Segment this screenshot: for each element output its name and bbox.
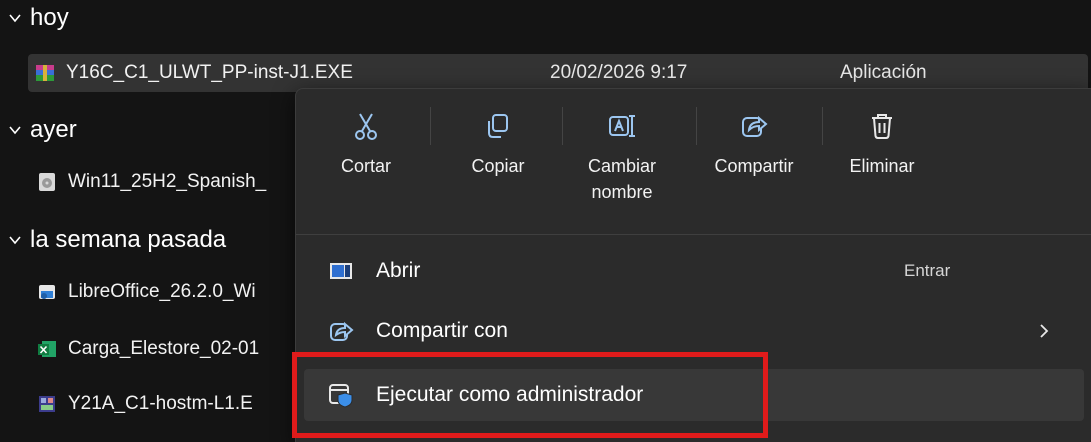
installer-package-icon — [36, 281, 58, 303]
file-row-selected[interactable]: Y16C_C1_ULWT_PP-inst-J1.EXE 20/02/2026 9… — [28, 54, 1088, 92]
share-icon — [328, 318, 354, 344]
app-exe-icon — [36, 393, 58, 415]
group-label: hoy — [30, 4, 69, 31]
highlight-annotation — [292, 352, 768, 438]
file-name: LibreOffice_26.2.0_Wi — [68, 281, 256, 302]
menu-item-label: Abrir — [376, 259, 421, 282]
rename-icon — [607, 111, 637, 141]
menu-divider — [296, 234, 1091, 235]
delete-label: Eliminar — [849, 156, 915, 176]
file-date: 20/02/2026 9:17 — [550, 62, 688, 83]
chevron-down-icon — [0, 122, 30, 138]
delete-button[interactable]: Eliminar — [826, 99, 938, 219]
separator — [430, 107, 431, 145]
menu-item-abrir[interactable]: Abrir Entrar — [304, 245, 1084, 297]
file-row[interactable]: Carga_Elestore_02-01 — [30, 330, 259, 368]
separator — [696, 107, 697, 145]
rename-label: Cambiar nombre — [587, 156, 657, 202]
rename-button[interactable]: Cambiar nombre — [566, 99, 678, 219]
file-name: Carga_Elestore_02-01 — [68, 338, 260, 359]
disc-image-icon — [36, 171, 58, 193]
scissors-icon — [351, 111, 381, 141]
file-name: Y16C_C1_ULWT_PP-inst-J1.EXE — [66, 62, 353, 83]
separator — [562, 107, 563, 145]
shortcut-label: Entrar — [904, 261, 951, 280]
open-app-icon — [328, 258, 354, 284]
group-header-ayer[interactable]: ayer — [0, 112, 77, 148]
copy-button[interactable]: Copiar — [442, 99, 554, 219]
menu-item-compartir-con[interactable]: Compartir con — [304, 305, 1084, 357]
trash-icon — [867, 111, 897, 141]
file-type: Aplicación — [840, 62, 927, 83]
cut-label: Cortar — [340, 156, 391, 176]
share-button[interactable]: Compartir — [698, 99, 810, 219]
group-header-hoy[interactable]: hoy — [0, 0, 69, 36]
chevron-right-icon — [1034, 321, 1054, 341]
winrar-exe-icon — [34, 62, 56, 84]
quick-actions-bar: Cortar Copiar Cambiar nombre Compartir E… — [296, 89, 1091, 229]
copy-label: Copiar — [471, 156, 525, 176]
file-row[interactable]: Win11_25H2_Spanish_ — [30, 163, 266, 201]
chevron-down-icon — [0, 232, 30, 248]
menu-item-label: Compartir con — [376, 319, 508, 342]
group-header-la-semana-pasada[interactable]: la semana pasada — [0, 222, 226, 258]
chevron-down-icon — [0, 10, 30, 26]
copy-icon — [483, 111, 513, 141]
file-name: Win11_25H2_Spanish_ — [68, 171, 267, 192]
file-row[interactable]: LibreOffice_26.2.0_Wi — [30, 273, 256, 311]
separator — [822, 107, 823, 145]
share-icon — [739, 111, 769, 141]
file-name: Y21A_C1-hostm-L1.E — [68, 393, 253, 414]
group-label: la semana pasada — [30, 226, 227, 253]
group-label: ayer — [30, 116, 77, 143]
excel-file-icon — [36, 338, 58, 360]
share-label: Compartir — [714, 156, 794, 176]
cut-button[interactable]: Cortar — [310, 99, 422, 219]
file-row[interactable]: Y21A_C1-hostm-L1.E — [30, 385, 253, 423]
